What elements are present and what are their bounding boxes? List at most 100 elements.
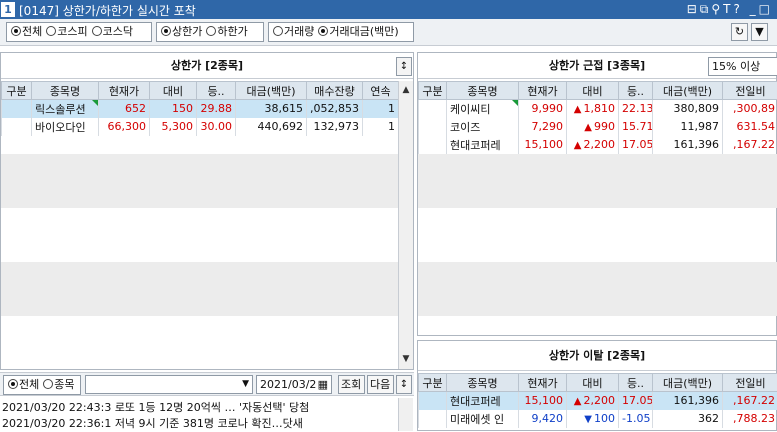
sort-radio-amount[interactable]: 거래대금(백만) [314,25,398,38]
limit-radio-upper[interactable]: 상한가 [157,25,202,38]
col-header[interactable]: 등.. [619,374,653,392]
col-header[interactable]: 매수잔량 [307,82,363,100]
col-header[interactable]: 대금(백만) [653,82,723,100]
amount-cell: 38,615 [236,100,307,118]
limit-label-upper: 상한가 [172,25,202,38]
threshold-select[interactable]: 15% 이상 [708,57,777,76]
stock-name-cell: 현대코퍼레 [447,136,519,154]
news-list-item[interactable]: 2021/03/20 22:36:1 저녁 9시 기준 381명 코로나 확진…… [2,416,394,432]
col-header[interactable]: 현재가 [519,374,567,392]
table-row[interactable]: 현대코퍼레 15,100 ▲2,200 17.05 161,396 ,167.2… [419,392,777,410]
change-value: 990 [594,120,615,133]
calendar-icon[interactable]: ▦ [318,376,328,393]
col-header[interactable]: 현재가 [519,82,567,100]
category-cell [419,118,447,136]
sort-label-amount: 거래대금(백만) [329,25,398,38]
col-header[interactable]: 연속 [363,82,399,100]
change-value: 100 [594,412,615,425]
news-sort-button[interactable]: ↕ [396,375,412,394]
chevron-down-icon[interactable]: ▼ [242,376,249,393]
col-header[interactable]: 현재가 [99,82,150,100]
sort-label-volume: 거래량 [284,25,314,38]
news-list-item[interactable]: 2021/03/20 22:43:3 로또 1등 12명 20억씩 … '자동선… [2,400,394,416]
change-cell: ▼100 [567,410,619,428]
upper-limit-table: 구분 종목명 현재가 대비 등.. 대금(백만) 매수잔량 연속 릭스솔루션 6… [1,81,399,136]
col-header[interactable]: 대금(백만) [236,82,307,100]
col-header[interactable]: 대비 [567,82,619,100]
stock-name-cell: 케이씨티 [447,100,519,118]
table-row[interactable]: 코이즈 7,290 ▲990 15.71 11,987 631.54 [419,118,777,136]
menu-dropdown-button[interactable]: ▼ [751,23,768,41]
refresh-button[interactable]: ↻ [731,23,748,41]
news-date: 2021/03/20 [2,401,65,414]
news-radio-all[interactable]: 전체 [4,378,39,391]
upper-panel-sort-button[interactable]: ↕ [396,57,412,76]
streak-cell: 1 [363,118,399,136]
window-controls-icon[interactable]: ⊟⧉⚲T? _□ [687,2,773,17]
table-row[interactable]: 케이씨티 9,990 ▲1,810 22.13 380,809 ,300,89 [419,100,777,118]
col-header[interactable]: 종목명 [32,82,99,100]
prev-cell: ,788.23 [723,410,777,428]
table-header: 구분 종목명 현재가 대비 등.. 대금(백만) 전일비 [419,82,777,100]
query-button[interactable]: 조회 [338,375,365,394]
flag-icon [92,100,98,106]
scroll-down-icon[interactable]: ▼ [399,352,413,367]
flag-icon [512,100,518,106]
col-header[interactable]: 대비 [567,374,619,392]
news-scrollbar[interactable] [398,398,413,431]
col-header[interactable]: 대비 [150,82,197,100]
table-row[interactable]: 바이오다인 66,300 5,300 30.00 440,692 132,973… [2,118,399,136]
prev-cell: ,300,89 [723,100,777,118]
radio-icon [46,26,56,36]
market-radio-all[interactable]: 전체 [7,25,42,38]
table-header: 구분 종목명 현재가 대비 등.. 대금(백만) 전일비 [419,374,777,392]
row-band [1,262,398,316]
news-stock-select[interactable]: ▼ [85,375,253,394]
col-header[interactable]: 구분 [419,82,447,100]
change-value: 2,200 [584,394,616,407]
table-row[interactable]: 현대코퍼레 15,100 ▲2,200 17.05 161,396 ,167.2… [419,136,777,154]
price-cell: 9,420 [519,410,567,428]
sort-radio-volume[interactable]: 거래량 [269,25,314,38]
price-cell: 9,990 [519,100,567,118]
stock-name-cell: 현대코퍼레 [447,392,519,410]
scroll-up-icon[interactable]: ▲ [399,83,413,98]
col-header[interactable]: 등.. [197,82,236,100]
stock-name: 케이씨티 [450,103,490,116]
radio-icon [8,379,18,389]
rate-cell: 17.05 [619,392,653,410]
col-header[interactable]: 구분 [419,374,447,392]
escape-limit-panel: 상한가 이탈 [2종목] 구분 종목명 현재가 대비 등.. 대금(백만) 전일… [417,340,777,431]
col-header[interactable]: 대금(백만) [653,374,723,392]
col-header[interactable]: 구분 [2,82,32,100]
col-header[interactable]: 전일비 [723,82,777,100]
market-radio-kospi[interactable]: 코스피 [42,25,87,38]
col-header[interactable]: 종목명 [447,374,519,392]
news-toolbar: 전체종목 ▼ 2021/03/2▦ 조회 다음 ↕ [0,372,414,396]
radio-icon [318,26,328,36]
near-limit-table: 구분 종목명 현재가 대비 등.. 대금(백만) 전일비 케이씨티 9,990 … [418,81,777,154]
prev-cell: ,167.22 [723,136,777,154]
table-row[interactable]: 릭스솔루션 652 150 29.88 38,615 ,052,853 1 [2,100,399,118]
col-header[interactable]: 종목명 [447,82,519,100]
limit-label-lower: 하한가 [217,25,247,38]
table-row[interactable]: 미래에셋 인 9,420 ▼100 -1.05 362 ,788.23 [419,410,777,428]
news-radio-stock[interactable]: 종목 [39,378,74,391]
price-cell: 15,100 [519,392,567,410]
near-limit-panel: 상한가 근접 [3종목] 15% 이상 구분 종목명 현재가 대비 등.. 대금… [417,52,777,336]
limit-radio-lower[interactable]: 하한가 [202,25,247,38]
col-header[interactable]: 등.. [619,82,653,100]
escape-limit-table: 구분 종목명 현재가 대비 등.. 대금(백만) 전일비 현대코퍼레 15,10… [418,373,777,428]
news-date-input[interactable]: 2021/03/2▦ [256,375,332,394]
prev-cell: 631.54 [723,118,777,136]
window-title: [0147] 상한가/하한가 실시간 포착 [19,2,196,19]
col-header[interactable]: 전일비 [723,374,777,392]
radio-icon [92,26,102,36]
market-radio-kosdaq[interactable]: 코스닥 [88,25,133,38]
price-cell: 652 [99,100,150,118]
upper-panel-scrollbar[interactable]: ▲ ▼ [398,81,413,369]
news-scope-radio-group: 전체종목 [3,375,81,395]
rate-cell: 17.05 [619,136,653,154]
market-label-kosdaq: 코스닥 [103,25,133,38]
next-button[interactable]: 다음 [367,375,394,394]
